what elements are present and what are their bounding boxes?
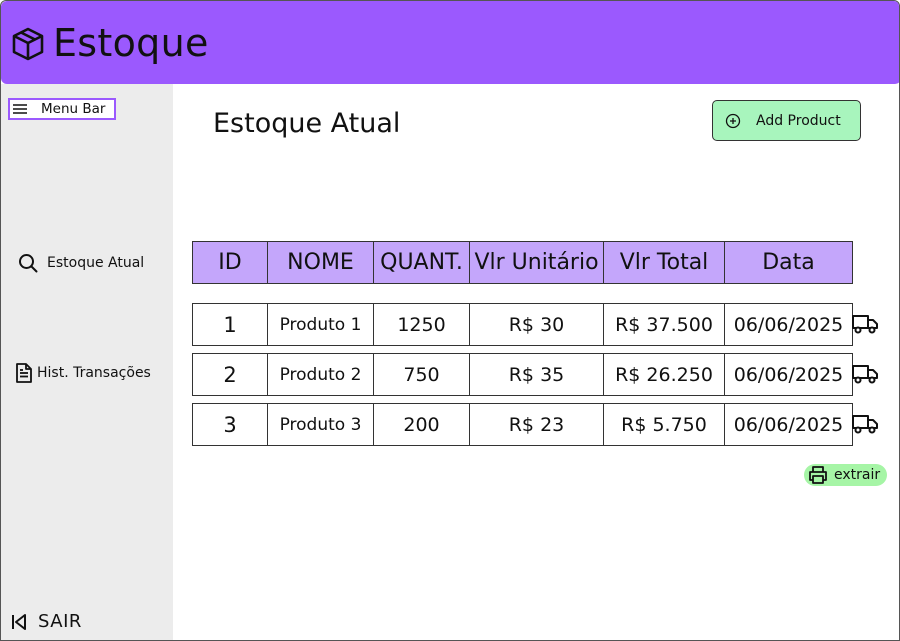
cell-data: 06/06/2025 [733, 363, 844, 386]
column-header-nome[interactable]: NOME [268, 242, 374, 283]
search-icon [19, 254, 38, 273]
cell-id: 1 [193, 304, 268, 345]
cell-vlr-unitario: R$ 35 [470, 354, 604, 395]
app-window: Estoque Menu Bar Estoque Atual Hist. Tra… [0, 0, 900, 641]
sidebar-item-label: Hist. Transações [37, 365, 151, 381]
page-title: Estoque Atual [213, 108, 401, 139]
top-header: Estoque [1, 1, 899, 84]
cell-quant: 750 [374, 354, 470, 395]
printer-icon [809, 466, 827, 484]
truck-icon[interactable] [852, 364, 878, 384]
document-icon [16, 363, 32, 383]
cell-vlr-total: R$ 26.250 [604, 354, 725, 395]
menu-bar-button[interactable]: Menu Bar [8, 98, 116, 120]
column-header-vlr-total[interactable]: Vlr Total [604, 242, 725, 283]
cell-id: 3 [193, 404, 268, 445]
export-label: extrair [834, 467, 881, 483]
cell-vlr-total: R$ 37.500 [604, 304, 725, 345]
add-product-button[interactable]: Add Product [712, 100, 861, 141]
sidebar-item-hist-transacoes[interactable]: Hist. Transações [15, 362, 151, 384]
column-header-id[interactable]: ID [193, 242, 268, 283]
sidebar-item-label: Estoque Atual [47, 255, 145, 271]
table-row[interactable]: 1 Produto 1 1250 R$ 30 R$ 37.500 06/06/2… [192, 303, 853, 346]
logout-button[interactable]: SAIR [11, 611, 82, 632]
cell-vlr-unitario: R$ 30 [470, 304, 604, 345]
package-icon [12, 27, 44, 61]
cell-quant: 1250 [374, 304, 470, 345]
plus-circle-icon [725, 113, 741, 128]
truck-icon[interactable] [852, 314, 878, 334]
column-header-vlr-unitario[interactable]: Vlr Unitário [470, 242, 604, 283]
add-product-label: Add Product [756, 112, 841, 129]
table-header: ID NOME QUANT. Vlr Unitário Vlr Total Da… [192, 241, 853, 284]
cell-id: 2 [193, 354, 268, 395]
app-title: Estoque [53, 21, 209, 65]
sidebar: Menu Bar Estoque Atual Hist. Transações … [1, 84, 173, 640]
column-header-quant[interactable]: QUANT. [374, 242, 470, 283]
cell-nome: Produto 2 [268, 354, 374, 395]
table-row[interactable]: 2 Produto 2 750 R$ 35 R$ 26.250 06/06/20… [192, 353, 853, 396]
column-header-data[interactable]: Data [725, 242, 852, 283]
menu-bar-label: Menu Bar [41, 101, 106, 117]
cell-data: 06/06/2025 [733, 313, 844, 336]
table-row[interactable]: 3 Produto 3 200 R$ 23 R$ 5.750 06/06/202… [192, 403, 853, 446]
logout-label: SAIR [38, 611, 82, 632]
skip-back-icon [12, 613, 26, 630]
hamburger-icon [13, 104, 27, 114]
cell-quant: 200 [374, 404, 470, 445]
truck-icon[interactable] [852, 414, 878, 434]
export-button[interactable]: extrair [804, 464, 887, 486]
cell-nome: Produto 1 [268, 304, 374, 345]
cell-vlr-total: R$ 5.750 [604, 404, 725, 445]
cell-data: 06/06/2025 [733, 413, 844, 436]
cell-nome: Produto 3 [268, 404, 374, 445]
sidebar-item-estoque-atual[interactable]: Estoque Atual [18, 253, 144, 273]
cell-vlr-unitario: R$ 23 [470, 404, 604, 445]
